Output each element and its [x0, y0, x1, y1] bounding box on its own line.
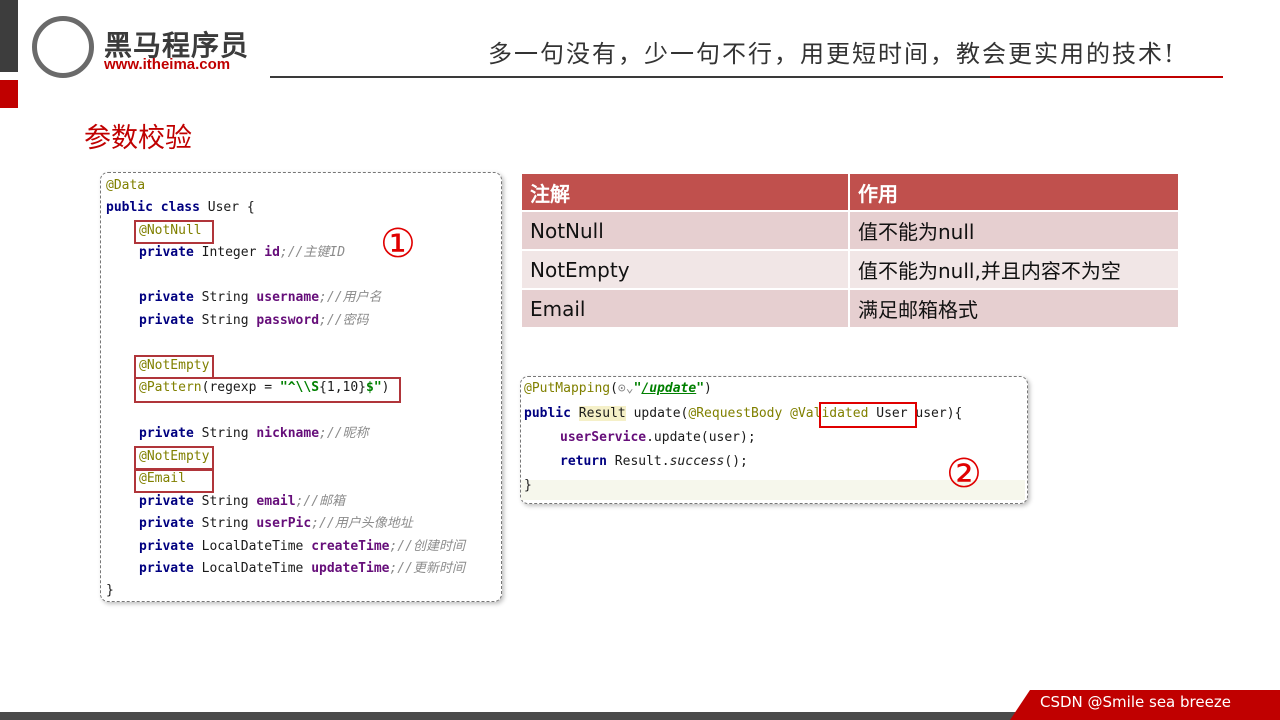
code-line: private String username;//用户名 [139, 290, 382, 305]
code-line: private LocalDateTime createTime;//创建时间 [139, 539, 465, 554]
code-line: @PutMapping(⊙⌄"/update") [524, 381, 712, 396]
code-line: private String userPic;//用户头像地址 [139, 516, 413, 531]
globe-icon: ⊙ [617, 381, 626, 396]
logo-horse-icon [32, 16, 94, 78]
code-line: @Data [106, 178, 146, 193]
table-cell: 值不能为null,并且内容不为空 [849, 249, 1180, 289]
marker-2: ② [946, 451, 982, 497]
email-highlight-box [134, 469, 214, 493]
pattern-highlight-box [134, 377, 401, 403]
code-line: private Integer id;//主键ID [139, 245, 346, 260]
notnull-highlight-box [134, 220, 214, 244]
footer-watermark: CSDN @Smile sea breeze [1040, 693, 1231, 711]
table-row: NotEmpty 值不能为null,并且内容不为空 [522, 249, 1180, 289]
marker-1: ① [380, 221, 416, 267]
table-row: Email 满足邮箱格式 [522, 288, 1180, 327]
code-line: private String email;//邮箱 [139, 494, 346, 509]
notempty-highlight-box [134, 355, 214, 379]
code-line: public class User { [106, 200, 255, 215]
table-row: NotNull 值不能为null [522, 210, 1180, 250]
table-cell: NotNull [522, 210, 850, 250]
validated-highlight-box [819, 402, 917, 428]
table-cell: 满足邮箱格式 [849, 288, 1180, 327]
table-cell: 值不能为null [849, 210, 1180, 250]
table-cell: Email [522, 288, 850, 327]
logo-url: www.itheima.com [104, 56, 231, 73]
notempty-highlight-box [134, 446, 214, 470]
code-line: userService.update(user); [560, 430, 756, 445]
header-red-tab [0, 80, 18, 108]
code-line: } [106, 583, 114, 598]
code-line: } [524, 478, 532, 493]
annotation-table: 注解 作用 NotNull 值不能为null NotEmpty 值不能为null… [522, 174, 1180, 327]
table-header-cell: 作用 [849, 174, 1180, 211]
header-divider-accent [990, 76, 1223, 78]
table-cell: NotEmpty [522, 249, 850, 289]
code-line: private String password;//密码 [139, 313, 369, 328]
table-header-row: 注解 作用 [522, 174, 1180, 211]
code-line: private String nickname;//昵称 [139, 426, 369, 441]
code-line: return Result.success(); [560, 454, 748, 469]
table-header-cell: 注解 [522, 174, 850, 211]
slogan: 多一句没有，少一句不行，用更短时间，教会更实用的技术! [488, 40, 1176, 68]
page-title: 参数校验 [84, 123, 192, 154]
header-dark-bar [0, 0, 18, 72]
code-line: private LocalDateTime updateTime;//更新时间 [139, 561, 465, 576]
